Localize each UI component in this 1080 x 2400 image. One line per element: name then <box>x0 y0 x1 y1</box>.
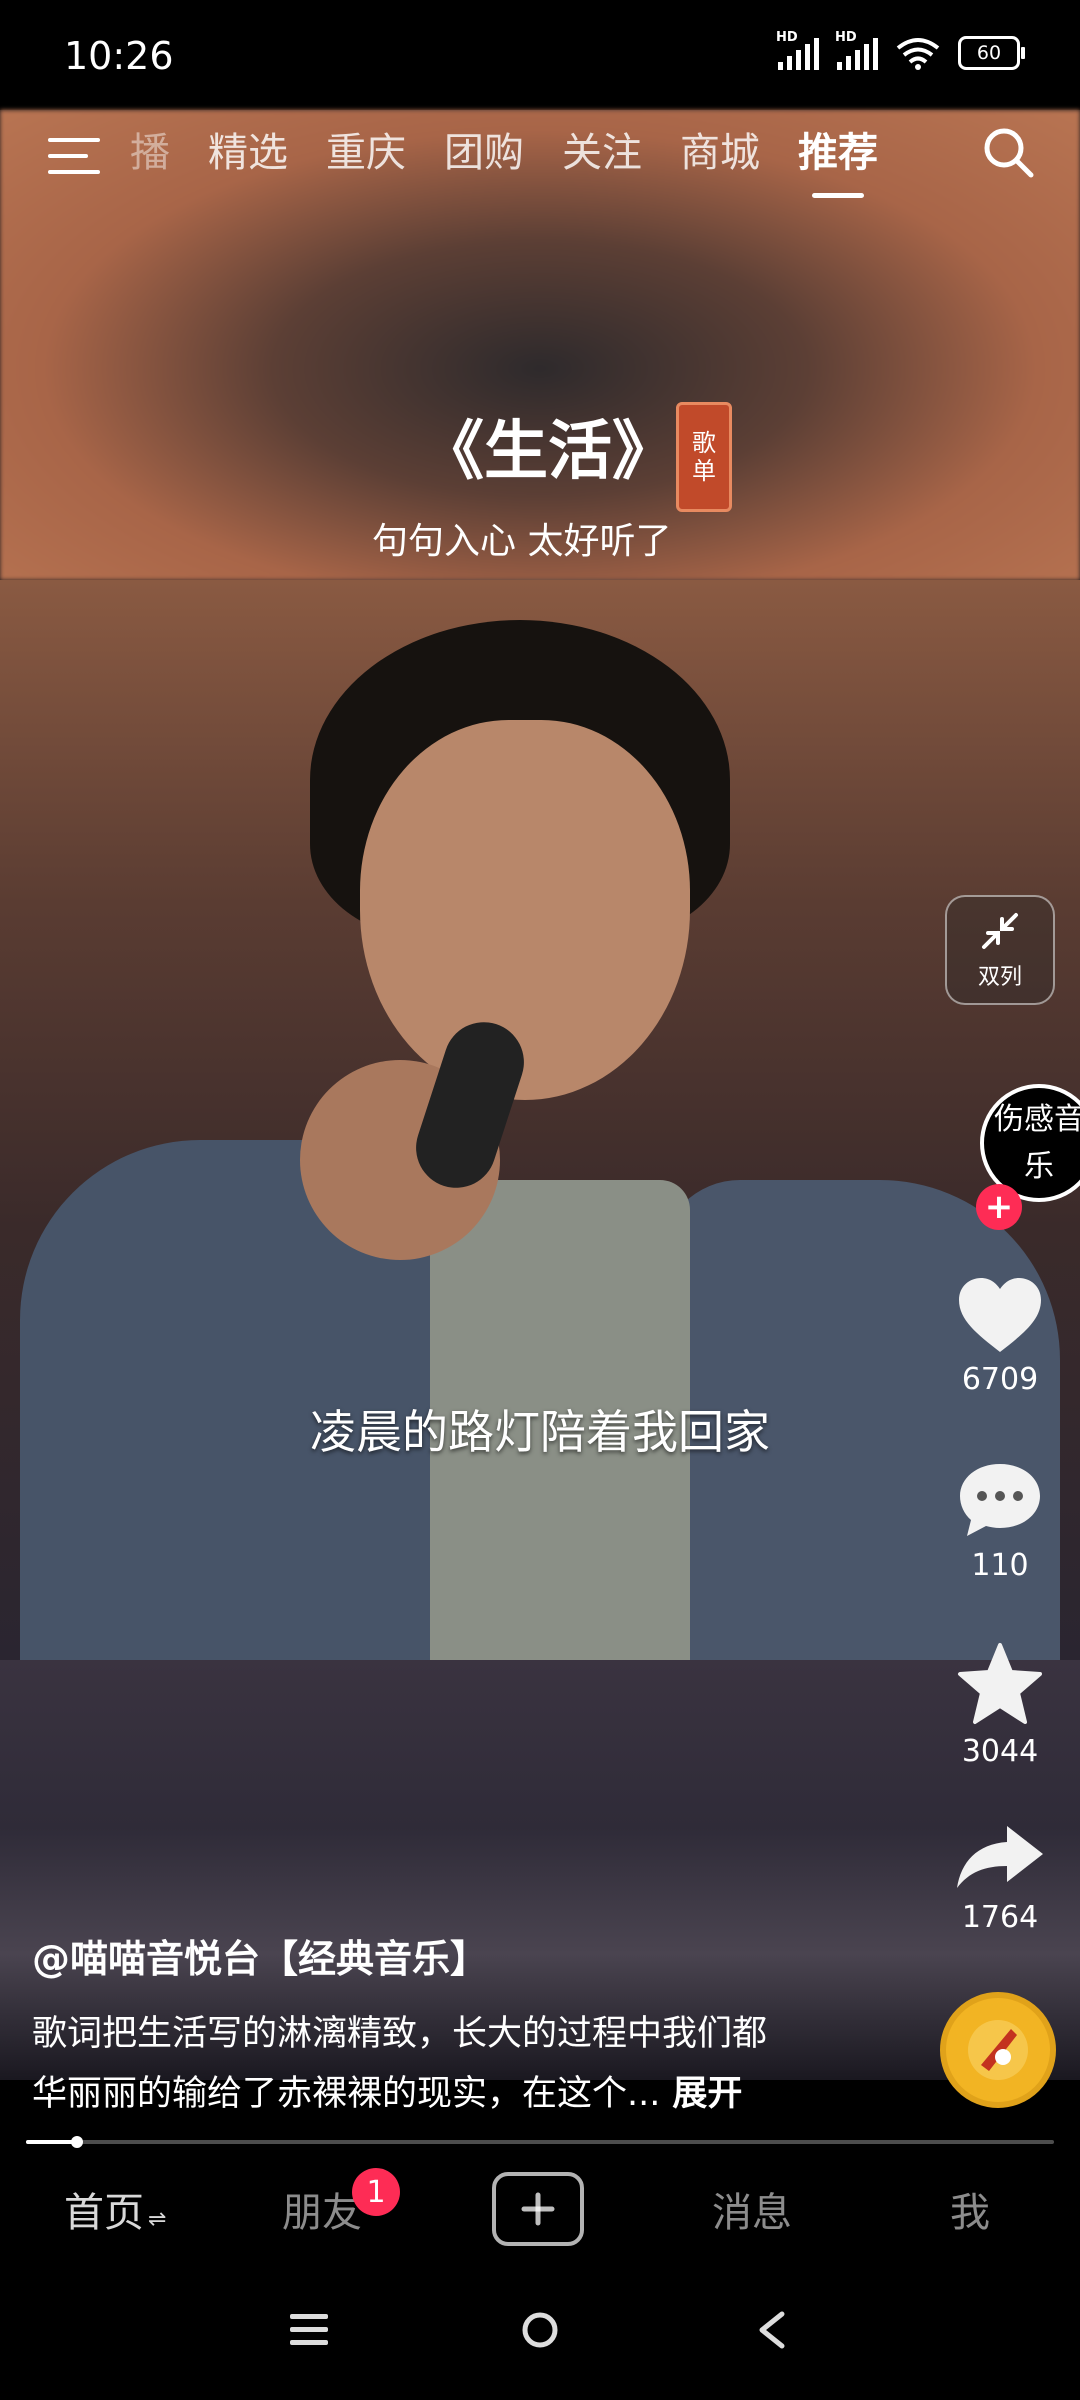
tab-messages[interactable]: 消息 <box>712 2180 792 2238</box>
refresh-icon: ⇌ <box>148 2207 167 2232</box>
status-bar: 10:26 HD HD 60 <box>0 0 1080 110</box>
bottom-tab-bar: 首页 ⇌ 朋友 1 消息 我 <box>0 2150 1080 2270</box>
recent-apps-icon[interactable] <box>288 2310 330 2350</box>
progress-fill <box>26 2140 78 2144</box>
video-frame <box>0 580 1080 1660</box>
status-icons: HD HD 60 <box>776 30 1025 70</box>
tab-live[interactable]: 播 <box>130 120 170 198</box>
description-line: 华丽丽的输给了赤裸裸的现实，在这个... <box>32 2074 661 2114</box>
cellular-signal-icon: HD <box>776 30 819 70</box>
favorite-button[interactable]: 3044 <box>940 1642 1060 1769</box>
avatar-char: 乐 <box>1024 1148 1054 1184</box>
favorite-count: 3044 <box>961 1734 1039 1769</box>
playlist-tag-line1: 歌 <box>692 429 716 457</box>
share-arrow-icon <box>957 1826 1043 1888</box>
tab-mall[interactable]: 商城 <box>680 120 760 198</box>
tab-group-buy[interactable]: 团购 <box>444 120 524 198</box>
heart-icon <box>959 1278 1041 1352</box>
tab-featured[interactable]: 精选 <box>208 120 288 198</box>
tab-friends[interactable]: 朋友 <box>282 2180 362 2238</box>
playlist-tag-line2: 单 <box>692 457 716 485</box>
home-circle-icon[interactable] <box>520 2310 560 2350</box>
avatar-char: 伤 <box>994 1101 1024 1137</box>
plus-icon <box>521 2192 555 2226</box>
hd-label-2: HD <box>835 30 857 45</box>
dual-column-button[interactable]: 双列 <box>945 895 1055 1005</box>
song-subtitle: 句句入心 太好听了 <box>372 521 672 562</box>
search-icon[interactable] <box>980 124 1036 180</box>
share-button[interactable]: 1764 <box>940 1822 1060 1935</box>
music-cover-icon <box>968 2020 1028 2080</box>
avatar-char: 感 <box>1024 1101 1054 1137</box>
back-chevron-icon[interactable] <box>752 2310 792 2350</box>
progress-knob[interactable] <box>71 2136 84 2148</box>
tab-home[interactable]: 首页 ⇌ <box>64 2180 166 2238</box>
playlist-tag: 歌 单 <box>676 402 732 512</box>
collapse-arrows-icon <box>982 913 1018 949</box>
share-count: 1764 <box>961 1900 1039 1935</box>
avatar-char: 音 <box>1054 1101 1080 1137</box>
comment-button[interactable]: 110 <box>940 1460 1060 1583</box>
hd-label: HD <box>776 30 798 45</box>
star-icon <box>958 1643 1042 1724</box>
cellular-signal-icon-2: HD <box>835 30 878 70</box>
expand-button[interactable]: 展开 <box>672 2074 742 2114</box>
follow-button[interactable]: + <box>976 1184 1022 1230</box>
like-count: 6709 <box>961 1362 1039 1397</box>
description-line: 歌词把生活写的淋漓精致，长大的过程中我们都 <box>32 2014 768 2054</box>
lyric-caption: 凌晨的路灯陪着我回家 <box>310 1405 770 1459</box>
tab-chongqing[interactable]: 重庆 <box>326 120 406 198</box>
tab-recommended[interactable]: 推荐 <box>798 120 878 198</box>
author-name[interactable]: @喵喵音悦台【经典音乐】 <box>32 1928 488 1983</box>
dual-column-label: 双列 <box>977 965 1022 990</box>
wifi-icon <box>896 38 940 70</box>
video-progress-bar[interactable] <box>26 2136 1054 2148</box>
battery-icon: 60 <box>958 36 1025 70</box>
like-button[interactable]: 6709 <box>940 1276 1060 1397</box>
song-title: 《生活》 <box>420 415 676 489</box>
status-time: 10:26 <box>64 34 174 78</box>
video-description: 歌词把生活写的淋漓精致，长大的过程中我们都 华丽丽的输给了赤裸裸的现实，在这个.… <box>32 2004 912 2124</box>
system-navigation-bar <box>0 2270 1080 2400</box>
top-nav: 播 精选 重庆 团购 关注 商城 推荐 <box>0 110 1080 210</box>
tab-following[interactable]: 关注 <box>562 120 642 198</box>
notification-badge: 1 <box>352 2168 400 2216</box>
menu-icon[interactable] <box>48 132 100 182</box>
create-button[interactable] <box>492 2172 584 2246</box>
comment-icon <box>960 1464 1040 1536</box>
tab-me[interactable]: 我 <box>950 2180 990 2238</box>
nav-tabs: 播 精选 重庆 团购 关注 商城 推荐 <box>130 120 878 198</box>
tab-home-label: 首页 <box>64 2190 144 2236</box>
comment-count: 110 <box>971 1548 1029 1583</box>
music-disc-icon[interactable] <box>940 1992 1056 2108</box>
